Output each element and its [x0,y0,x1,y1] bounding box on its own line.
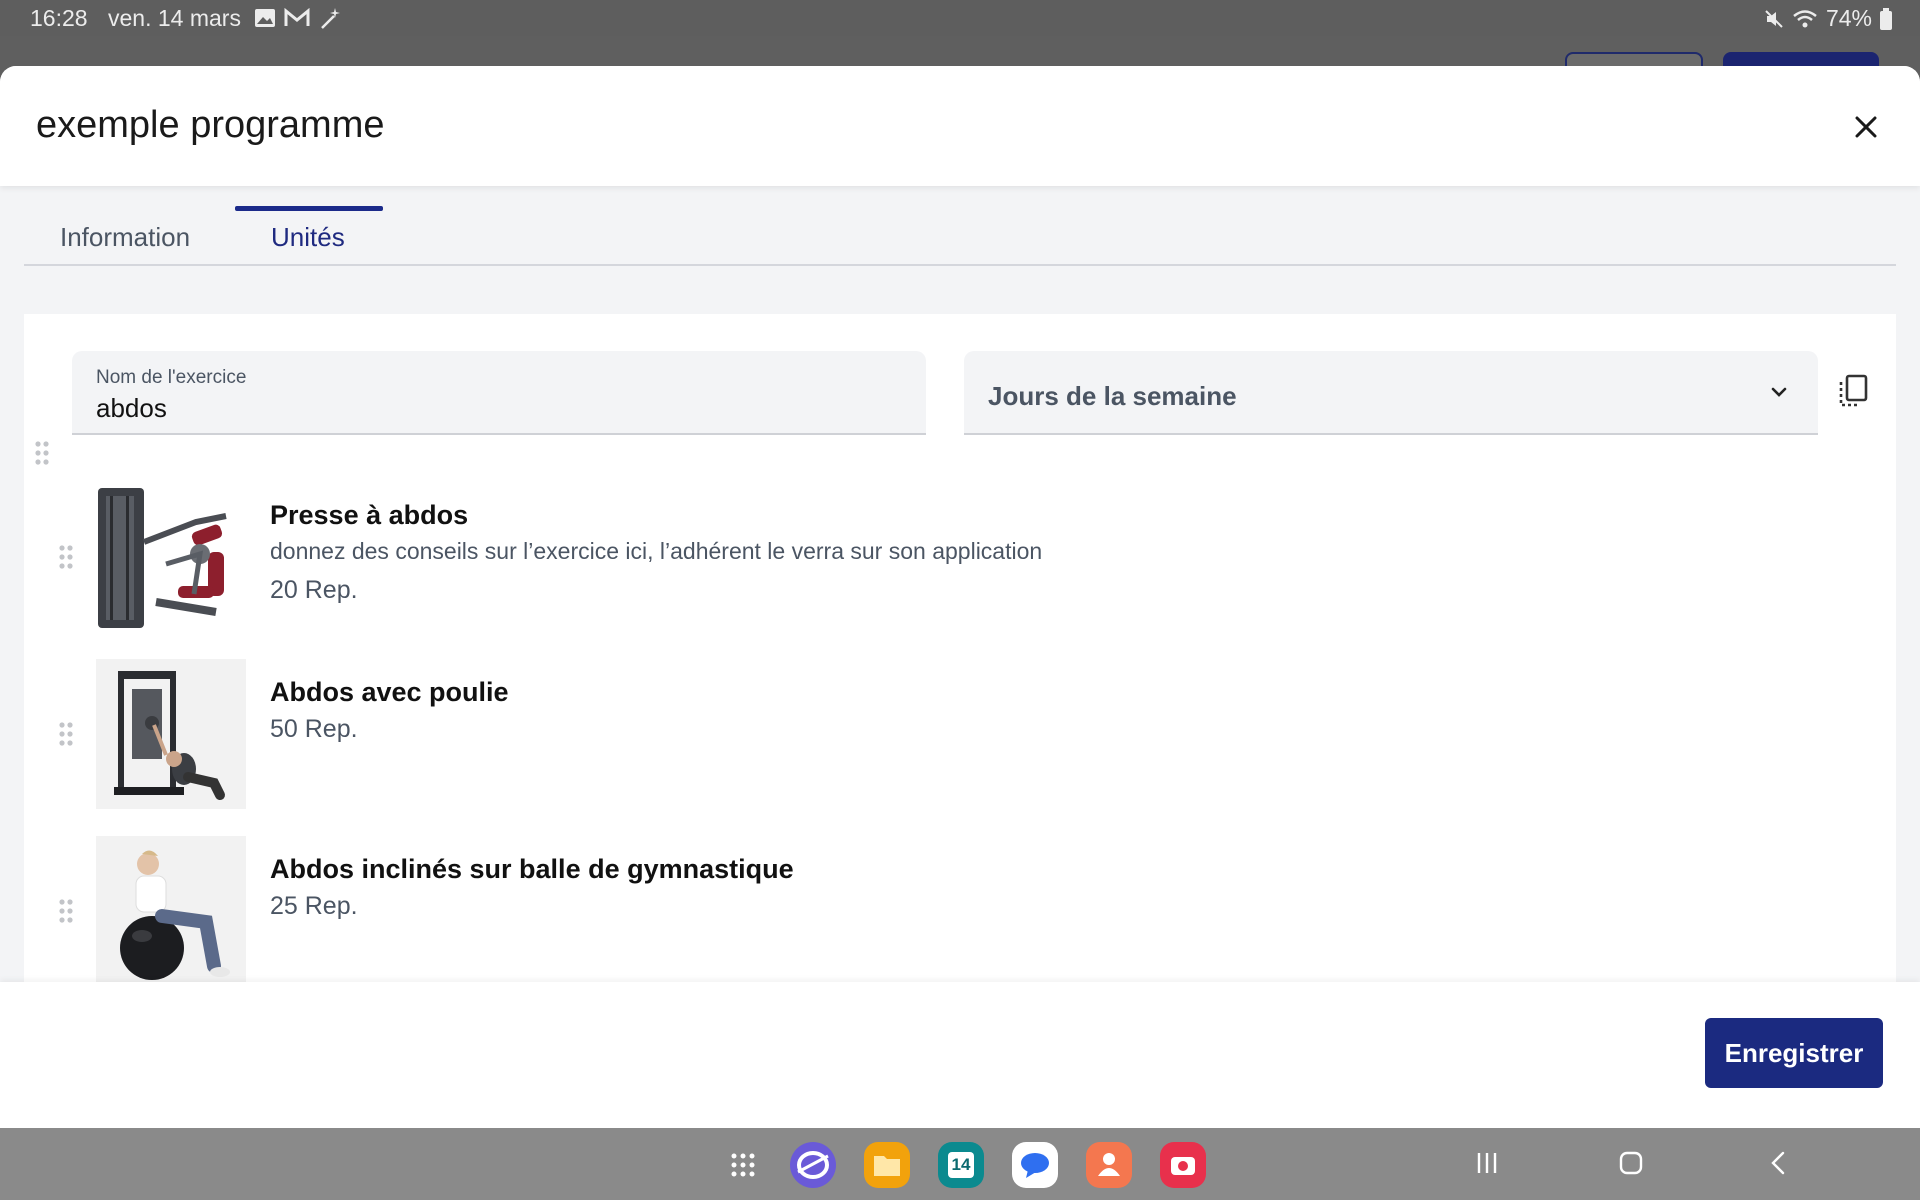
days-select-placeholder: Jours de la semaine [988,381,1237,411]
modal-title: exemple programme [36,104,385,146]
copy-icon [1839,374,1868,407]
modal-footer: Enregistrer [0,982,1920,1128]
exercise-title: Presse à abdos [270,500,469,530]
drag-handle-icon[interactable] [34,440,50,466]
exercise-name-label: Nom de l'exercice [96,367,247,388]
exercise-list-item[interactable]: Presse à abdos donnez des conseils sur l… [24,482,1896,632]
exercise-reps: 20 Rep. [270,576,358,604]
recent-apps-icon[interactable] [1472,1148,1502,1178]
tab-information[interactable]: Information [60,222,190,253]
drag-handle-icon[interactable] [58,898,74,924]
duplicate-button[interactable] [1838,374,1868,413]
magic-wand-icon [321,8,340,29]
mail-icon [284,8,310,26]
exercise-name-value: abdos [96,393,167,423]
tab-bar: Information Unités [24,186,1896,266]
drag-handle-icon[interactable] [58,544,74,570]
program-modal: exemple programme Information Unités Nom… [0,66,1920,1128]
exercise-list-item[interactable]: Abdos inclinés sur balle de gymnastique … [24,836,1896,986]
exercise-thumbnail [96,482,246,632]
days-of-week-select[interactable]: Jours de la semaine [964,351,1818,435]
calendar-day: 14 [951,1155,971,1174]
exercise-thumbnail [96,836,246,986]
exercise-title: Abdos inclinés sur balle de gymnastique [270,854,794,884]
system-nav-bar: 14 [0,1128,1920,1200]
files-icon[interactable] [864,1142,910,1188]
exercise-reps: 25 Rep. [270,892,358,920]
contacts-icon[interactable] [1086,1142,1132,1188]
battery-percent: 74% [1825,5,1872,31]
close-icon [1855,116,1877,138]
exercise-group-panel: Nom de l'exercice abdos Jours de la sema… [24,314,1896,1054]
notification-icons [254,6,342,30]
status-bar: 16:28 ven. 14 mars 74% [0,0,1920,36]
internet-icon[interactable] [790,1142,836,1188]
home-icon[interactable] [1616,1148,1646,1178]
status-time: 16:28 [30,5,88,31]
close-button[interactable] [1845,106,1887,148]
wifi-icon [1793,9,1817,27]
apps-grid-icon[interactable] [720,1142,766,1188]
exercise-thumbnail [96,659,246,809]
modal-header: exemple programme [0,66,1920,186]
messages-icon[interactable] [1012,1142,1058,1188]
camera-icon[interactable] [1160,1142,1206,1188]
exercise-description: donnez des conseils sur l’exercice ici, … [270,538,1043,564]
exercise-title: Abdos avec poulie [270,677,509,707]
status-date: ven. 14 mars [108,5,241,31]
mute-icon [1765,9,1783,28]
gym-ball-crunch-image [96,836,246,986]
chevron-down-icon [1771,387,1787,397]
ab-crunch-machine-image [96,482,246,632]
gallery-icon [255,9,275,27]
cable-crunch-image [96,659,246,809]
save-button[interactable]: Enregistrer [1705,1018,1883,1088]
active-tab-indicator [235,206,383,211]
calendar-icon[interactable]: 14 [938,1142,984,1188]
exercise-reps: 50 Rep. [270,715,358,743]
battery-icon [1880,7,1892,30]
exercise-name-field[interactable]: Nom de l'exercice abdos [72,351,926,435]
status-right: 74% [1764,5,1892,32]
exercise-list-item[interactable]: Abdos avec poulie 50 Rep. [24,659,1896,809]
drag-handle-icon[interactable] [58,721,74,747]
tab-unites[interactable]: Unités [271,222,345,253]
back-icon[interactable] [1764,1148,1794,1178]
